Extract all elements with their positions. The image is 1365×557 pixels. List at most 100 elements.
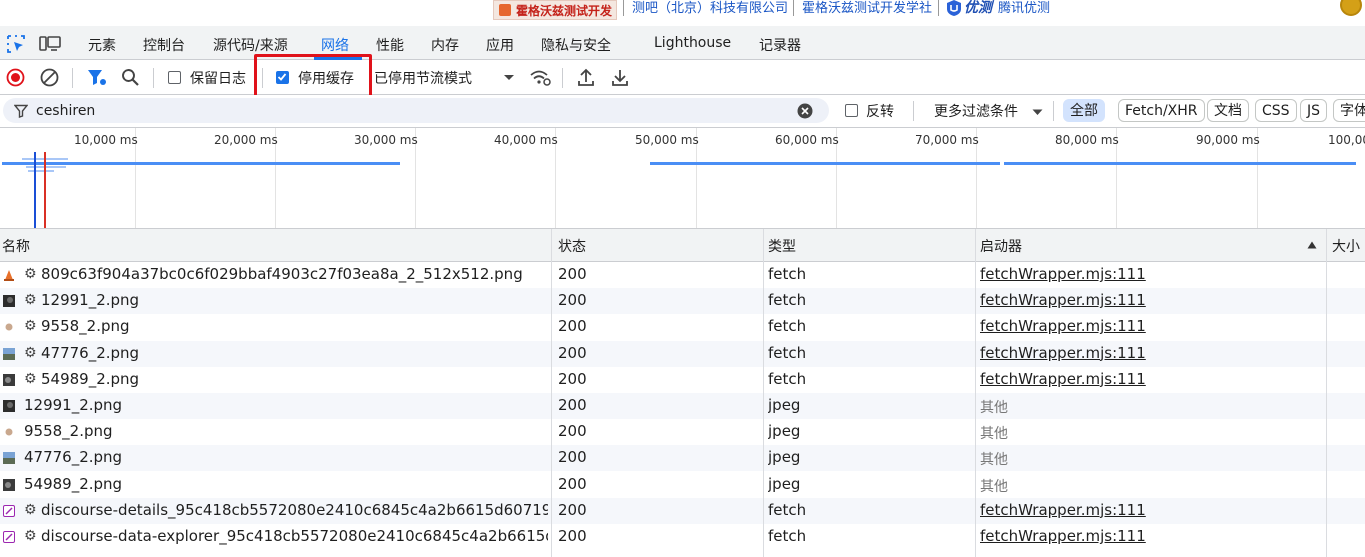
search-icon[interactable] xyxy=(121,68,140,87)
bookmark-ceba[interactable]: 测吧（北京）科技有限公司 xyxy=(632,0,788,16)
network-conditions-icon[interactable] xyxy=(529,68,551,87)
table-row[interactable]: 12991_2.png 200 jpeg 其他 xyxy=(0,393,1365,419)
request-name[interactable]: discourse-details_95c418cb5572080e2410c6… xyxy=(41,501,548,519)
preserve-log-label: 保留日志 xyxy=(190,71,246,87)
resource-thumbnail-icon xyxy=(3,452,15,465)
request-initiator[interactable]: fetchWrapper.mjs:111 xyxy=(980,344,1146,362)
filter-chip-fetch-xhr[interactable]: Fetch/XHR xyxy=(1118,99,1205,122)
network-toolbar: 保留日志 停用缓存 已停用节流模式 xyxy=(0,60,1365,95)
tab-sources[interactable]: 源代码/来源 xyxy=(213,35,288,55)
tab-memory[interactable]: 内存 xyxy=(431,35,459,55)
request-name[interactable]: 54989_2.png xyxy=(24,475,122,493)
column-divider xyxy=(551,229,552,557)
profile-emblem-icon[interactable] xyxy=(1340,0,1362,16)
device-toolbar-icon[interactable] xyxy=(39,35,61,53)
table-row[interactable]: ⚙ 12991_2.png 200 fetch fetchWrapper.mjs:111 xyxy=(0,288,1365,315)
timeline-tick-label: 50,000 ms xyxy=(635,133,699,147)
request-name[interactable]: 9558_2.png xyxy=(41,317,130,335)
bookmark-hogwarts-club[interactable]: 霍格沃兹测试开发学社 xyxy=(802,0,932,16)
request-name[interactable]: 9558_2.png xyxy=(24,422,113,440)
chevron-down-icon[interactable] xyxy=(503,74,515,82)
resource-thumbnail-icon xyxy=(3,426,15,439)
inspect-element-icon[interactable] xyxy=(7,35,25,53)
table-row[interactable]: ⚙ 9558_2.png 200 fetch fetchWrapper.mjs:111 xyxy=(0,314,1365,341)
toolbar-separator xyxy=(72,68,73,88)
request-initiator[interactable]: fetchWrapper.mjs:111 xyxy=(980,370,1146,388)
request-status: 200 xyxy=(558,291,587,310)
toolbar-separator xyxy=(562,68,563,88)
request-name[interactable]: 47776_2.png xyxy=(41,344,139,362)
request-name[interactable]: 47776_2.png xyxy=(24,448,122,466)
annotation-highlight-box xyxy=(254,54,372,101)
column-header-name[interactable]: 名称 xyxy=(2,236,30,256)
filter-input[interactable] xyxy=(36,100,776,121)
table-row[interactable]: 54989_2.png 200 jpeg 其他 xyxy=(0,471,1365,498)
request-initiator[interactable]: fetchWrapper.mjs:111 xyxy=(980,317,1146,335)
import-har-icon[interactable] xyxy=(577,68,595,87)
request-initiator[interactable]: fetchWrapper.mjs:111 xyxy=(980,291,1146,309)
filter-chip-all[interactable]: 全部 xyxy=(1063,99,1105,122)
clear-icon[interactable] xyxy=(40,68,59,87)
sort-ascending-icon[interactable] xyxy=(1307,241,1317,249)
table-row[interactable]: ⚙ 47776_2.png 200 fetch fetchWrapper.mjs:111 xyxy=(0,340,1365,367)
bookmark-hogwarts-logo[interactable]: 霍格沃兹测试开发 xyxy=(493,0,617,20)
request-type: fetch xyxy=(768,527,807,545)
request-name[interactable]: discourse-data-explorer_95c418cb5572080e… xyxy=(41,527,548,545)
preserve-log-checkbox[interactable] xyxy=(168,71,181,84)
tab-privacy-security[interactable]: 隐私与安全 xyxy=(541,35,611,55)
clear-filter-icon[interactable] xyxy=(797,103,813,119)
filter-icon xyxy=(14,104,28,118)
tab-network[interactable]: 网络 xyxy=(321,35,349,55)
timeline-tick-label: 40,000 ms xyxy=(494,133,558,147)
more-filters-dropdown[interactable]: 更多过滤条件 xyxy=(934,101,1018,121)
request-initiator: 其他 xyxy=(980,478,1008,495)
tab-recorder[interactable]: 记录器 xyxy=(759,35,801,55)
service-worker-gear-icon: ⚙ xyxy=(24,344,37,361)
column-header-size[interactable]: 大小 xyxy=(1332,236,1360,256)
toolbar-separator xyxy=(153,68,154,88)
table-row[interactable]: ⚙ 809c63f904a37bc0c6f029bbaf4903c27f03ea8… xyxy=(0,262,1365,288)
filter-chip-font[interactable]: 字体 xyxy=(1333,99,1365,122)
request-status: 200 xyxy=(558,369,587,388)
filter-chip-doc[interactable]: 文档 xyxy=(1207,99,1249,122)
tab-performance[interactable]: 性能 xyxy=(376,35,404,55)
table-row[interactable]: ⚙ discourse-data-explorer_95c418cb5572080… xyxy=(0,524,1365,550)
resource-thumbnail-icon xyxy=(3,478,15,491)
invert-checkbox[interactable] xyxy=(845,104,858,117)
column-divider xyxy=(975,229,976,557)
column-divider xyxy=(1326,229,1327,557)
network-overview-timeline[interactable]: 10,000 ms 20,000 ms 30,000 ms 40,000 ms … xyxy=(0,128,1365,229)
bookmark-tencent-youce[interactable]: 腾讯优测 xyxy=(998,0,1050,16)
table-row[interactable]: ⚙ discourse-details_95c418cb5572080e2410c… xyxy=(0,497,1365,524)
table-row[interactable]: 9558_2.png 200 jpeg 其他 xyxy=(0,419,1365,446)
timeline-tick-label: 60,000 ms xyxy=(775,133,839,147)
request-name[interactable]: 809c63f904a37bc0c6f029bbaf4903c27f03ea8a… xyxy=(41,265,523,283)
request-name[interactable]: 12991_2.png xyxy=(41,291,139,309)
filter-chip-css[interactable]: CSS xyxy=(1255,99,1297,122)
throttling-select[interactable]: 已停用节流模式 xyxy=(374,68,472,88)
tab-lighthouse[interactable]: Lighthouse xyxy=(654,35,731,51)
request-name[interactable]: 12991_2.png xyxy=(24,396,122,414)
column-header-initiator[interactable]: 启动器 xyxy=(980,236,1022,256)
request-initiator[interactable]: fetchWrapper.mjs:111 xyxy=(980,501,1146,519)
table-row[interactable]: ⚙ 54989_2.png 200 fetch fetchWrapper.mjs:111 xyxy=(0,366,1365,393)
request-initiator[interactable]: fetchWrapper.mjs:111 xyxy=(980,527,1146,545)
request-initiator[interactable]: fetchWrapper.mjs:111 xyxy=(980,265,1146,283)
filter-funnel-icon[interactable] xyxy=(87,68,107,87)
bookmark-separator xyxy=(938,0,939,16)
tab-application[interactable]: 应用 xyxy=(486,35,514,55)
resource-thumbnail-icon xyxy=(3,373,15,386)
request-status: 200 xyxy=(558,448,587,467)
export-har-icon[interactable] xyxy=(611,68,629,87)
column-header-type[interactable]: 类型 xyxy=(768,236,796,256)
table-row[interactable]: 47776_2.png 200 jpeg 其他 xyxy=(0,445,1365,472)
stop-recording-icon[interactable] xyxy=(6,68,25,87)
more-filters-chevron-icon[interactable] xyxy=(1032,109,1043,116)
filter-chip-js[interactable]: JS xyxy=(1300,99,1328,122)
tab-console[interactable]: 控制台 xyxy=(143,35,185,55)
tab-elements[interactable]: 元素 xyxy=(88,35,116,55)
request-name[interactable]: 54989_2.png xyxy=(41,370,139,388)
request-type: jpeg xyxy=(768,448,801,467)
column-header-status[interactable]: 状态 xyxy=(558,236,586,256)
request-initiator: 其他 xyxy=(980,452,1008,469)
